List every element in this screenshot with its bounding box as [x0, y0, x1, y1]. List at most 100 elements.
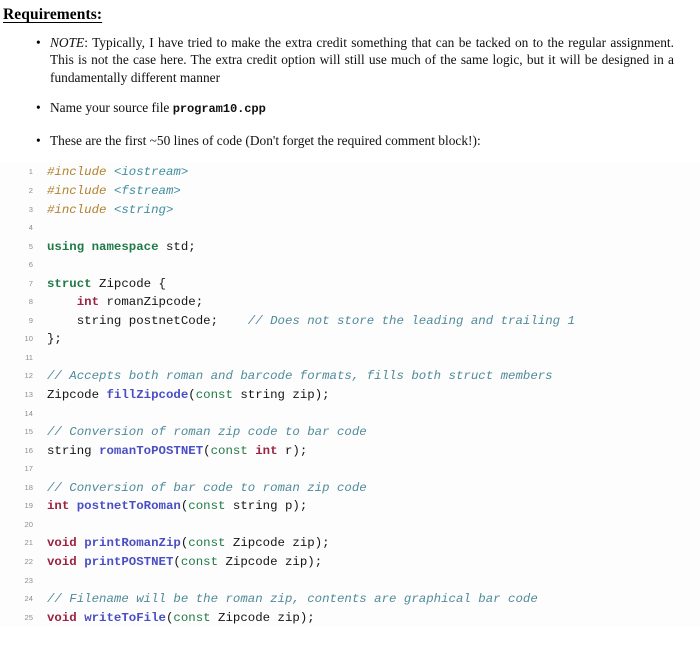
line-number: 11	[25, 352, 33, 362]
line-number: 22	[24, 556, 33, 566]
code-token-fn: printPOSTNET	[84, 554, 174, 569]
code-line: 16 string romanToPOSTNET(const int r);	[0, 442, 700, 461]
page-title: Requirements:	[3, 6, 103, 23]
line-number: 25	[24, 612, 33, 622]
code-token-plain: std;	[158, 239, 196, 254]
code-line: 11	[0, 349, 700, 368]
code-token-plain: (	[188, 388, 196, 403]
line-number: 24	[24, 594, 33, 604]
code-line-content: string romanToPOSTNET(const int r);	[47, 444, 307, 458]
code-line-content: int romanZipcode;	[47, 295, 203, 309]
code-line: 25 void writeToFile(const Zipcode zip);	[0, 609, 700, 628]
code-line: 10};	[0, 330, 700, 349]
code-line: 9 string postnetCode; // Does not store …	[0, 312, 700, 331]
line-number: 13	[24, 390, 33, 400]
line-number: 7	[28, 278, 33, 288]
code-line: 5 using namespace std;	[0, 238, 700, 257]
code-line: 14	[0, 405, 700, 424]
list-item-lines: • These are the first ~50 lines of code (…	[0, 132, 700, 150]
bullet-icon: •	[36, 34, 41, 50]
code-line: 21 void printRomanZip(const Zipcode zip);	[0, 534, 700, 553]
line-number: 18	[24, 482, 33, 492]
code-token-plain: Zipcode zip);	[218, 554, 323, 569]
code-token-header: <fstream>	[113, 184, 181, 199]
code-line-content: using namespace std;	[47, 240, 196, 254]
code-token-plain: string postnetCode;	[47, 313, 248, 328]
code-line-content: int postnetToRoman(const string p);	[47, 499, 307, 513]
line-number: 4	[28, 223, 33, 233]
document-page: Requirements: • NOTE: Typically, I have t…	[0, 7, 700, 648]
code-token-const: const	[173, 610, 211, 625]
code-token-header: <string>	[113, 202, 174, 217]
code-token-plain: Zipcode {	[91, 276, 166, 291]
line-number: 8	[28, 297, 33, 307]
code-line: 3 #include <string>	[0, 201, 700, 220]
code-token-kw: using namespace	[47, 239, 159, 254]
code-token-fn: writeToFile	[84, 610, 166, 625]
line-number: 5	[28, 241, 33, 251]
code-line: 7 struct Zipcode {	[0, 275, 700, 294]
code-line: 12 // Accepts both roman and barcode form…	[0, 367, 700, 386]
code-token-cmt: // Conversion of bar code to roman zip c…	[47, 480, 367, 495]
code-line-content: Zipcode fillZipcode(const string zip);	[47, 388, 330, 402]
code-token-const: const	[188, 499, 226, 514]
code-token-kw: struct	[47, 276, 92, 291]
line-number: 9	[28, 315, 33, 325]
note-body-text: Typically, I have tried to make the extr…	[50, 34, 675, 85]
code-line: 13 Zipcode fillZipcode(const string zip);	[0, 386, 700, 405]
filename-text-before: Name your source file	[50, 100, 173, 116]
code-line: 2 #include <fstream>	[0, 182, 700, 201]
line-number: 16	[24, 445, 33, 455]
lines-body-text: These are the first ~50 lines of code (D…	[50, 132, 481, 148]
code-token-type: int	[255, 443, 278, 458]
code-token-type: int	[76, 295, 100, 310]
code-token-type: void	[47, 554, 77, 569]
code-line-content: #include <fstream>	[47, 184, 181, 198]
code-line: 15 // Conversion of roman zip code to bar…	[0, 423, 700, 442]
code-token-type: int	[47, 499, 70, 514]
code-line: 17	[0, 460, 700, 479]
line-number: 2	[28, 186, 33, 196]
code-line-content: void printRomanZip(const Zipcode zip);	[47, 536, 330, 550]
line-number: 14	[24, 408, 33, 418]
line-number: 21	[24, 538, 33, 548]
code-token-const: const	[180, 554, 219, 569]
line-number: 3	[28, 204, 33, 214]
code-token-fn: postnetToRoman	[76, 499, 181, 514]
code-line: 22 void printPOSTNET(const Zipcode zip);	[0, 553, 700, 572]
code-line-content: struct Zipcode {	[47, 277, 166, 291]
code-token-plain: string p);	[225, 499, 308, 514]
code-line: 24 // Filename will be the roman zip, con…	[0, 590, 700, 609]
code-token-header: <iostream>	[113, 165, 189, 180]
code-token-fn: romanToPOSTNET	[99, 443, 204, 458]
source-filename: program10.cpp	[172, 102, 266, 117]
line-number: 20	[24, 519, 33, 529]
code-line-content: void writeToFile(const Zipcode zip);	[47, 611, 315, 625]
code-token-plain: string zip);	[232, 388, 330, 403]
code-token-cmt: // Accepts both roman and barcode format…	[47, 369, 553, 384]
bullet-icon: •	[36, 132, 41, 148]
line-number: 17	[24, 464, 33, 474]
line-number: 6	[28, 260, 33, 270]
code-token-pre: #include	[47, 184, 107, 199]
code-line: 19 int postnetToRoman(const string p);	[0, 497, 700, 516]
code-line-content: // Filename will be the roman zip, conte…	[47, 592, 538, 606]
code-line-content: void printPOSTNET(const Zipcode zip);	[47, 555, 322, 569]
line-number: 19	[24, 501, 33, 511]
code-token-plain: Zipcode zip);	[210, 610, 315, 625]
code-token-cmt: // Does not store the leading and traili…	[247, 313, 575, 328]
code-token-fn: printRomanZip	[84, 536, 181, 551]
code-line-content: // Accepts both roman and barcode format…	[47, 369, 553, 383]
code-line: 23	[0, 572, 700, 591]
note-label: NOTE	[50, 34, 85, 50]
code-token-plain: r);	[277, 443, 308, 458]
code-line-content: // Conversion of bar code to roman zip c…	[47, 481, 367, 495]
code-line: 18 // Conversion of bar code to roman zip…	[0, 479, 700, 498]
code-line: 1 #include <iostream>	[0, 163, 700, 182]
code-token-cmt: // Conversion of roman zip code to bar c…	[47, 425, 367, 440]
code-token-const: const	[210, 443, 248, 458]
code-line-content: #include <string>	[47, 203, 173, 217]
